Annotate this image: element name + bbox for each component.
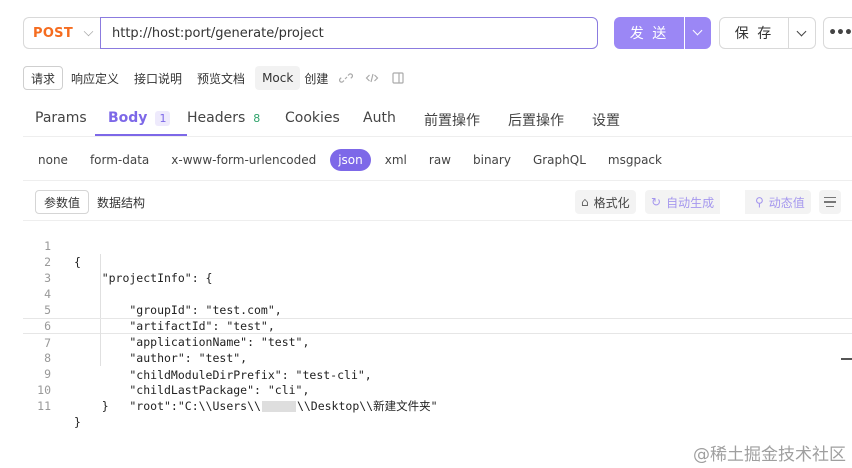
tab-settings[interactable]: 设置 bbox=[592, 101, 620, 137]
subtab-preview-doc[interactable]: 预览文档 bbox=[190, 66, 252, 90]
code-line: 6 "author": "test", bbox=[23, 302, 852, 365]
tab-label: Body bbox=[108, 110, 148, 126]
dynamic-value-button[interactable]: ⚲ 动态值 bbox=[749, 190, 811, 214]
save-dropdown-chevron-icon[interactable] bbox=[788, 17, 816, 49]
body-editor-panel: 参数值 数据结构 ⌂ 格式化 ↻ 自动生成 ⚲ 动态值 1 { 2 "proje… bbox=[23, 180, 852, 468]
code-line: 4 "artifactId": "test", bbox=[23, 270, 852, 333]
code-icon[interactable] bbox=[364, 70, 380, 86]
tab-auth[interactable]: Auth bbox=[363, 101, 396, 137]
tab-post-operations[interactable]: 后置操作 bbox=[508, 101, 564, 137]
code-line: 2 "projectInfo": { bbox=[44, 255, 213, 285]
editor-toolbar: 参数值 数据结构 ⌂ 格式化 ↻ 自动生成 ⚲ 动态值 bbox=[23, 181, 852, 221]
code-line: 11 } bbox=[37, 399, 81, 429]
chevron-down-icon bbox=[83, 26, 94, 37]
tab-label: Cookies bbox=[285, 110, 340, 126]
code-text: } bbox=[74, 415, 81, 429]
active-tab-underline bbox=[95, 134, 187, 136]
body-type-xml[interactable]: xml bbox=[377, 149, 415, 171]
method-label: POST bbox=[33, 25, 74, 41]
body-type-msgpack[interactable]: msgpack bbox=[600, 149, 670, 171]
format-button[interactable]: ⌂ 格式化 bbox=[575, 190, 636, 214]
save-button[interactable]: 保 存 bbox=[719, 17, 789, 49]
request-tabs: Params Body 1 Headers 8 Cookies Auth 前置操… bbox=[23, 101, 852, 137]
create-label: 创建 bbox=[304, 71, 329, 86]
align-lines-icon[interactable] bbox=[819, 190, 841, 214]
subtab-api-description[interactable]: 接口说明 bbox=[127, 66, 189, 90]
body-type-raw[interactable]: raw bbox=[421, 149, 459, 171]
body-type-none[interactable]: none bbox=[30, 149, 76, 171]
watermark: @稀土掘金技术社区 bbox=[693, 445, 846, 465]
tab-body[interactable]: Body 1 bbox=[108, 101, 171, 137]
autogen-button[interactable]: ↻ 自动生成 bbox=[645, 190, 721, 214]
autogen-label: 自动生成 bbox=[666, 195, 715, 210]
body-type-form-data[interactable]: form-data bbox=[82, 149, 157, 171]
code-text-suffix: \\Desktop\\新建文件夹" bbox=[296, 399, 438, 413]
subtab-mock[interactable]: Mock bbox=[255, 66, 301, 90]
format-label: 格式化 bbox=[593, 195, 630, 210]
redacted-username bbox=[261, 401, 296, 412]
method-select[interactable]: POST bbox=[23, 17, 101, 49]
code-line-current: 7 "childModuleDirPrefix": "test-cli", bbox=[23, 318, 852, 382]
split-view-icon[interactable] bbox=[390, 70, 406, 86]
body-type-selector: none form-data x-www-form-urlencoded jso… bbox=[30, 148, 676, 172]
code-line: 10 } bbox=[37, 383, 109, 413]
body-type-binary[interactable]: binary bbox=[465, 149, 519, 171]
code-line: 5 "applicationName": "test", bbox=[23, 286, 852, 349]
format-icon: ⌂ bbox=[581, 195, 589, 209]
dynamic-value-label: 动态值 bbox=[768, 195, 805, 210]
request-subbar: 请求 响应定义 接口说明 预览文档 Mock 创建 bbox=[23, 66, 416, 90]
tab-label: Params bbox=[35, 110, 87, 126]
code-line: 9 "root":"C:\\Users\\ \\Desktop\\新建文件夹" bbox=[23, 350, 852, 413]
code-line: 3 "groupId": "test.com", bbox=[23, 254, 852, 317]
tab-data-structure[interactable]: 数据结构 bbox=[89, 190, 153, 214]
tab-pre-operations[interactable]: 前置操作 bbox=[424, 101, 480, 137]
refresh-icon: ↻ bbox=[651, 195, 662, 209]
tab-label: 设置 bbox=[592, 113, 620, 129]
subtab-response-definition[interactable]: 响应定义 bbox=[64, 66, 126, 90]
send-button[interactable]: 发 送 bbox=[614, 17, 684, 49]
tab-label: 前置操作 bbox=[424, 113, 480, 129]
code-line: 1 { bbox=[44, 239, 81, 269]
body-type-graphql[interactable]: GraphQL bbox=[525, 149, 594, 171]
code-text: } bbox=[74, 399, 109, 413]
tab-count-badge: 1 bbox=[155, 111, 171, 126]
link-icon[interactable] bbox=[338, 70, 354, 86]
request-bar: POST 发 送 保 存 ••• bbox=[0, 0, 852, 62]
json-code-editor[interactable]: 1 { 2 "projectInfo": { 3 "groupId": "tes… bbox=[23, 222, 852, 468]
code-line: 8 "childLastPackage": "cli", bbox=[23, 334, 852, 397]
tab-cookies[interactable]: Cookies bbox=[285, 101, 340, 137]
more-options-button[interactable]: ••• bbox=[823, 17, 852, 49]
tab-label: Auth bbox=[363, 110, 396, 126]
tab-params[interactable]: Params bbox=[35, 101, 87, 137]
url-input[interactable] bbox=[100, 17, 598, 49]
tab-label: Headers bbox=[187, 110, 246, 126]
tab-count-badge: 8 bbox=[253, 112, 261, 125]
subtab-request[interactable]: 请求 bbox=[23, 66, 64, 90]
tab-headers[interactable]: Headers 8 bbox=[187, 101, 260, 137]
send-dropdown-chevron-icon[interactable] bbox=[685, 17, 711, 49]
body-type-urlencoded[interactable]: x-www-form-urlencoded bbox=[163, 149, 324, 171]
magic-wand-icon: ⚲ bbox=[755, 195, 764, 209]
tab-label: 后置操作 bbox=[508, 113, 564, 129]
editor-cursor-marker bbox=[841, 358, 852, 360]
body-type-json[interactable]: json bbox=[330, 149, 371, 171]
editor-view-tabs: 参数值 数据结构 bbox=[35, 190, 153, 214]
tab-param-values[interactable]: 参数值 bbox=[35, 190, 90, 214]
